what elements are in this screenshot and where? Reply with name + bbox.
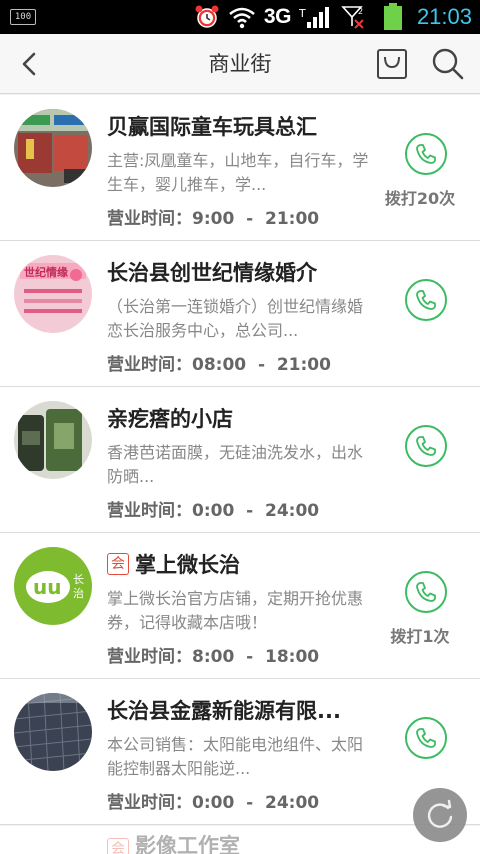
merchant-name: 影像工作室 [135, 834, 240, 854]
call-button[interactable] [405, 279, 447, 321]
call-button[interactable] [405, 571, 447, 613]
business-hours: 营业时间：0:00 - 24:00 [107, 501, 320, 521]
svg-text:uu: uu [33, 575, 61, 599]
business-hours: 营业时间：08:00 - 21:00 [107, 355, 331, 375]
phone-icon [416, 728, 436, 748]
merchant-item-partial[interactable]: 会影像工作室 [0, 826, 480, 854]
phone-icon [416, 582, 436, 602]
call-count: 拨打20次 [384, 189, 456, 208]
merchant-name: 贝赢国际童车玩具总汇 [107, 115, 317, 139]
svg-text:2: 2 [358, 7, 363, 16]
call-button[interactable] [405, 133, 447, 175]
merchant-photo [14, 109, 92, 187]
signal-strength-icon: T [299, 7, 329, 28]
svg-text:T: T [299, 7, 306, 20]
business-hours: 营业时间：9:00 - 21:00 [107, 209, 320, 229]
call-button[interactable] [405, 425, 447, 467]
svg-text:长: 长 [73, 573, 84, 586]
business-hours: 营业时间：0:00 - 24:00 [107, 793, 320, 813]
merchant-name: 会掌上微长治 [107, 549, 377, 579]
call-button[interactable] [405, 717, 447, 759]
battery-icon [383, 3, 402, 30]
business-hours: 营业时间：8:00 - 18:00 [107, 647, 320, 667]
merchant-list: 贝赢国际童车玩具总汇 主营:凤凰童车，山地车，自行车，学生车，婴儿推车，学...… [0, 95, 480, 825]
member-badge: 会 [107, 553, 129, 575]
merchant-item[interactable]: uu 长 治 会掌上微长治 掌上微长治官方店铺，定期开抢优惠券，记得收藏本店哦！… [0, 533, 480, 679]
merchant-item[interactable]: 亲疙瘩的小店 香港芭诺面膜，无硅油洗发水，出水防晒... 营业时间：0:00 -… [0, 387, 480, 533]
refresh-button[interactable] [413, 788, 467, 842]
merchant-description: 掌上微长治官方店铺，定期开抢优惠券，记得收藏本店哦！ [107, 589, 364, 632]
refresh-icon [427, 799, 453, 828]
merchant-item[interactable]: 长治县金露新能源有限... 本公司销售：太阳能电池组件、太阳能控制器太阳能逆..… [0, 679, 480, 825]
search-icon[interactable] [426, 42, 470, 86]
merchant-description: 香港芭诺面膜，无硅油洗发水，出水防晒... [107, 443, 364, 486]
wifi-icon [229, 7, 255, 29]
merchant-logo: uu 长 治 [14, 547, 92, 625]
battery-percent-icon: 100 [10, 9, 36, 25]
network-type-label: 3G [263, 5, 292, 28]
merchant-description: 主营:凤凰童车，山地车，自行车，学生车，婴儿推车，学... [107, 151, 369, 194]
merchant-name: 长治县创世纪情缘婚介 [107, 261, 317, 285]
member-badge: 会 [107, 838, 129, 854]
merchant-description: （长治第一连锁婚介）创世纪情缘婚恋长治服务中心，总公司... [107, 297, 364, 340]
merchant-item[interactable]: 贝赢国际童车玩具总汇 主营:凤凰童车，山地车，自行车，学生车，婴儿推车，学...… [0, 95, 480, 241]
call-count: 拨打1次 [390, 627, 450, 646]
clock: 21:03 [416, 4, 472, 29]
status-bar: 100 3G T 2 21:03 [0, 0, 480, 34]
merchant-photo [14, 401, 92, 479]
alarm-clock-icon [195, 5, 219, 28]
phone-icon [416, 144, 436, 164]
merchant-logo: 世纪情缘 [14, 255, 92, 333]
merchant-item[interactable]: 世纪情缘 长治县创世纪情缘婚介 （长治第一连锁婚介）创世纪情缘婚恋长治服务中心，… [0, 241, 480, 387]
phone-icon [416, 290, 436, 310]
merchant-name: 长治县金露新能源有限... [107, 699, 341, 723]
merchant-description: 本公司销售：太阳能电池组件、太阳能控制器太阳能逆... [107, 735, 364, 778]
sim2-no-signal-icon: 2 [341, 6, 364, 29]
shopping-bag-icon[interactable] [372, 42, 412, 86]
phone-icon [416, 436, 436, 456]
svg-text:治: 治 [73, 586, 84, 600]
merchant-name: 亲疙瘩的小店 [107, 407, 233, 431]
svg-text:世纪情缘: 世纪情缘 [24, 265, 68, 279]
app-header: 商业街 [0, 34, 480, 94]
merchant-photo [14, 693, 92, 771]
